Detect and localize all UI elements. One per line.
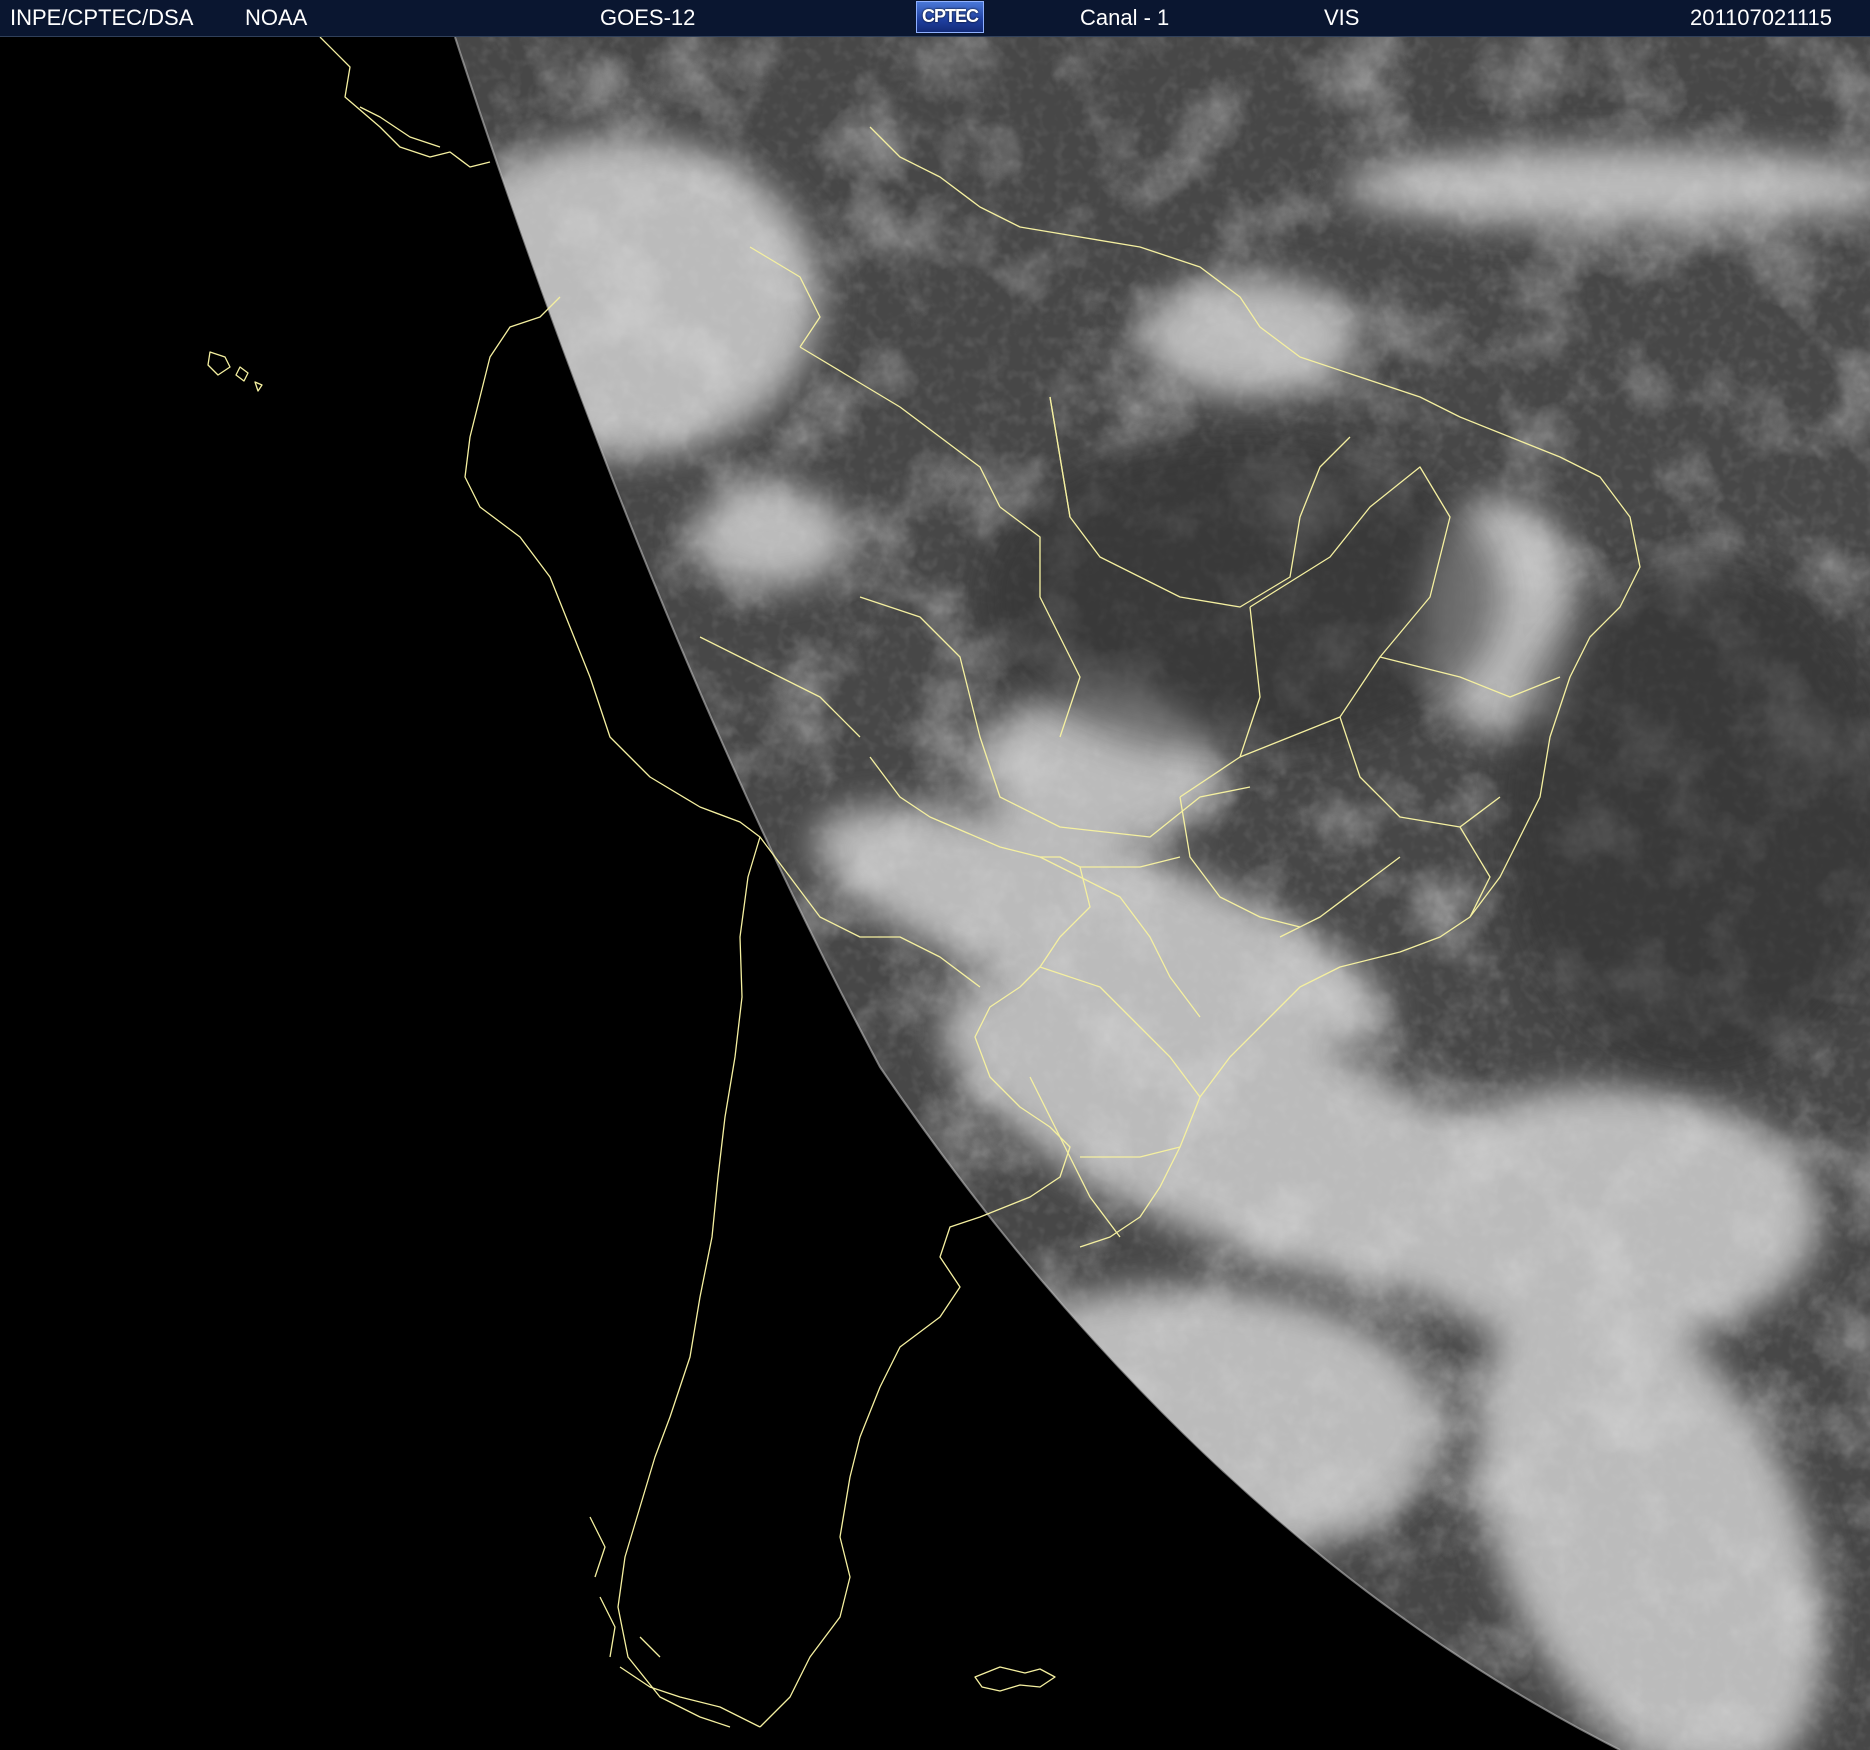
satellite-map (207, 37, 1870, 1750)
logo-text: CPTEC (921, 6, 979, 26)
channel-label: Canal - 1 (1080, 5, 1170, 30)
galapagos-islands (207, 351, 263, 392)
band-label: VIS (1324, 5, 1360, 30)
satellite-viewer: INPE/CPTEC/DSA NOAA GOES-12 CPTEC Canal … (0, 0, 1870, 1750)
satellite-image (0, 37, 1870, 1750)
sunlit-earth (455, 37, 1870, 1750)
falkland-islands (974, 1666, 1056, 1692)
satellite-label: GOES-12 (600, 5, 696, 30)
agency-label: INPE/CPTEC/DSA (10, 5, 194, 30)
header-bar: INPE/CPTEC/DSA NOAA GOES-12 CPTEC Canal … (0, 0, 1870, 37)
cptec-logo: CPTEC (916, 1, 984, 33)
timestamp-label: 201107021115 (1690, 5, 1832, 30)
source-label: NOAA (245, 5, 308, 30)
